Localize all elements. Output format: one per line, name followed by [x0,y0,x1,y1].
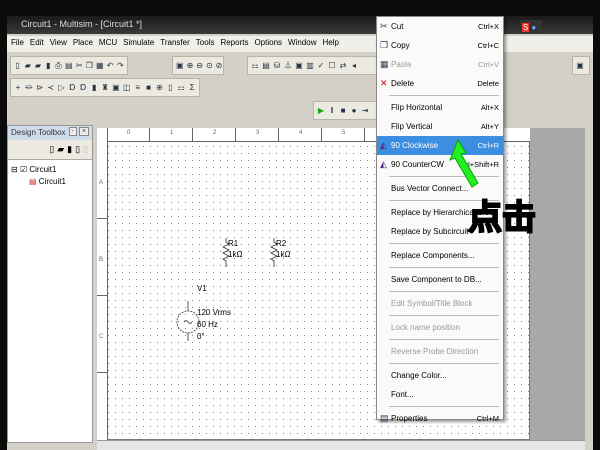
menu-item-lock-name-position[interactable]: Lock name position [377,318,503,337]
menu-item-paste[interactable]: ▦ Paste Ctrl+V [377,55,503,74]
menu-item-label: Font... [391,390,414,399]
rotate-ccw-icon: ◭ [380,159,387,169]
r1-value: 1kΩ [228,250,243,259]
menu-item-label: 90 Clockwise [391,141,439,150]
menu-item-label: Change Color... [391,371,447,380]
ac-source-v1[interactable] [176,301,200,341]
click-annotation: 点击 [467,197,537,239]
menu-item-reverse-probe-direction[interactable]: Reverse Probe Direction [377,342,503,361]
r2-value: 1kΩ [276,250,291,259]
v1-voltage: 120 Vrms [197,308,231,317]
menu-item-cut[interactable]: ✂ Cut Ctrl+X [377,17,503,36]
r1-label: R1 [228,239,239,248]
menu-separator [389,291,499,292]
menu-separator [389,339,499,340]
copy-icon: ❐ [380,40,389,50]
menu-item-shortcut: Alt+Y [480,122,499,131]
menu-item-label: Cut [391,22,404,31]
menu-item-shortcut: Ctrl+X [477,22,499,31]
properties-icon: ▤ [380,413,389,423]
menu-item-shortcut: Ctrl+V [477,60,499,69]
menu-separator [389,95,499,96]
menu-separator [389,315,499,316]
menu-item-flip-horizontal[interactable]: Flip Horizontal Alt+X [377,98,503,117]
menu-item-label: Properties [391,414,428,423]
menu-item-label: Flip Horizontal [391,103,443,112]
menu-item-shortcut: Delete [477,79,499,88]
v1-label: V1 [197,284,207,293]
paste-icon: ▦ [380,59,389,69]
menu-item-label: Replace Components... [391,251,475,260]
menu-item-replace-components[interactable]: Replace Components... [377,246,503,265]
v1-frequency: 60 Hz [197,320,218,329]
menu-separator [389,267,499,268]
scissors-icon: ✂ [380,21,388,31]
v1-phase: 0° [197,332,205,341]
delete-icon: ✕ [380,78,388,88]
menu-item-edit-symbol-title-block[interactable]: Edit Symbol/Title Block [377,294,503,313]
menu-item-shortcut: Ctrl+M [476,414,499,423]
menu-item-label: Flip Vertical [391,122,433,131]
menu-item-shortcut: Ctrl+C [477,41,499,50]
menu-item-copy[interactable]: ❐ Copy Ctrl+C [377,36,503,55]
menu-item-save-component-to-db[interactable]: Save Component to DB... [377,270,503,289]
menu-item-label: Edit Symbol/Title Block [391,299,473,308]
arrow-annotation [449,138,479,188]
rotate-cw-icon: ◭ [380,140,387,150]
menu-item-label: Reverse Probe Direction [391,347,479,356]
menu-separator [389,406,499,407]
menu-item-label: Paste [391,60,412,69]
menu-separator [389,243,499,244]
menu-item-properties[interactable]: ▤ Properties Ctrl+M [377,409,503,428]
menu-item-flip-vertical[interactable]: Flip Vertical Alt+Y [377,117,503,136]
menu-item-change-color[interactable]: Change Color... [377,366,503,385]
menu-separator [389,363,499,364]
menu-item-label: Lock name position [391,323,460,332]
menu-item-label: Copy [391,41,410,50]
menu-item-font[interactable]: Font... [377,385,503,404]
menu-item-shortcut: Alt+X [480,103,499,112]
r2-label: R2 [276,239,287,248]
menu-item-label: Save Component to DB... [391,275,482,284]
menu-item-label: Delete [391,79,415,88]
menu-item-label: 90 CounterCW [391,160,444,169]
menu-item-delete[interactable]: ✕ Delete Delete [377,74,503,93]
menu-item-label: Replace by Subcircuit [391,227,469,236]
